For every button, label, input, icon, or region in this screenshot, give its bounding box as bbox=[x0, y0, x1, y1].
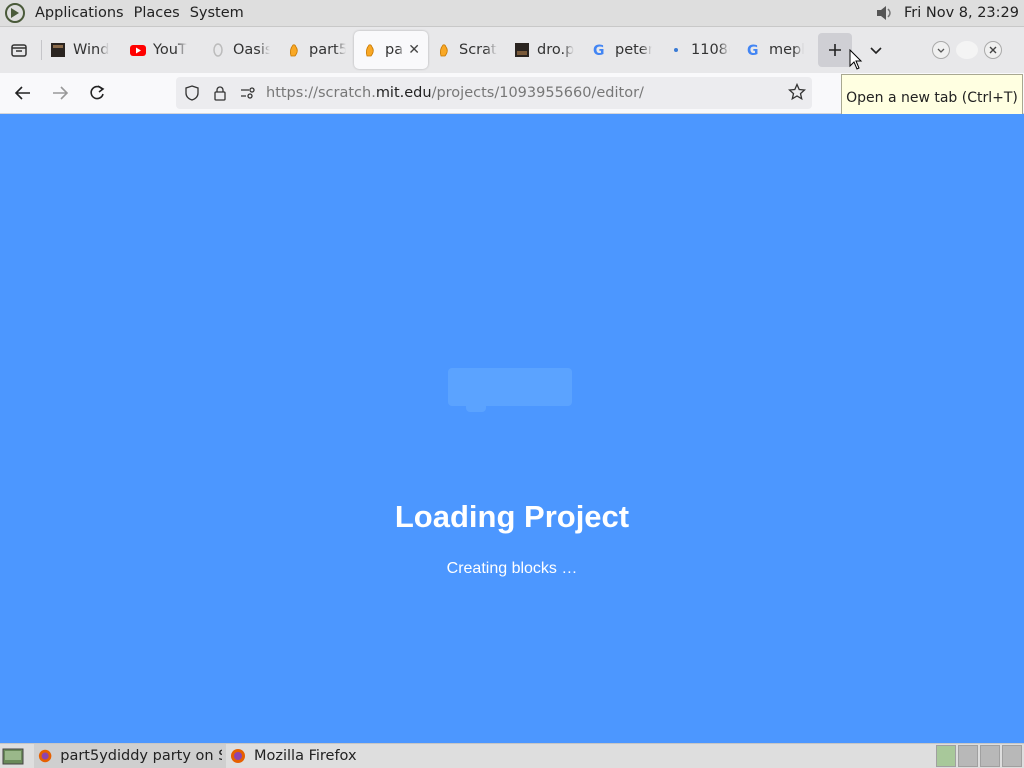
firefox-view-icon bbox=[11, 44, 27, 57]
volume-icon[interactable] bbox=[874, 3, 896, 23]
tab-label: Wind bbox=[73, 42, 110, 58]
url-prefix: https://scratch. bbox=[266, 85, 376, 101]
dot-icon bbox=[668, 42, 684, 58]
firefox-icon bbox=[38, 749, 52, 763]
scratch-cat-icon bbox=[362, 42, 378, 58]
loading-title: Loading Project bbox=[394, 499, 630, 534]
tab-label: Scrat bbox=[459, 42, 497, 58]
url-host: mit.edu bbox=[375, 85, 432, 101]
scratch-loading-screen: Loading Project Creating blocks … bbox=[0, 114, 1024, 743]
new-tab-button[interactable] bbox=[818, 33, 852, 67]
tab-meph[interactable]: G meph bbox=[738, 31, 812, 69]
firefox-view-button[interactable] bbox=[3, 34, 35, 66]
bottom-taskbar: part5ydiddy party on S… Mozilla Firefox bbox=[0, 743, 1024, 768]
task-label: part5ydiddy party on S… bbox=[60, 748, 222, 764]
arrow-right-icon bbox=[53, 86, 69, 100]
menu-system[interactable]: System bbox=[185, 0, 249, 27]
workspace-2[interactable] bbox=[958, 745, 978, 767]
svg-text:G: G bbox=[747, 43, 759, 58]
scratch-cat-icon bbox=[436, 42, 452, 58]
tab-label: 1108( bbox=[691, 42, 730, 58]
permissions-icon[interactable] bbox=[234, 79, 262, 107]
panel-menu: Applications Places System bbox=[0, 0, 249, 26]
forward-button[interactable] bbox=[43, 76, 77, 110]
tab-label: YouT bbox=[153, 42, 187, 58]
workspace-1[interactable] bbox=[936, 745, 956, 767]
plus-icon bbox=[829, 44, 841, 56]
close-window-button[interactable] bbox=[984, 41, 1002, 59]
youtube-icon bbox=[130, 42, 146, 58]
reload-button[interactable] bbox=[80, 76, 114, 110]
workspace-switcher bbox=[934, 745, 1022, 767]
url-bar[interactable]: https://scratch.mit.edu/projects/1093955… bbox=[176, 77, 812, 109]
minimize-button[interactable] bbox=[932, 41, 950, 59]
tab-label: pa bbox=[385, 42, 404, 58]
chevron-down-icon bbox=[937, 48, 945, 53]
oasis-icon bbox=[210, 42, 226, 58]
task-label: Mozilla Firefox bbox=[254, 748, 357, 764]
url-text[interactable]: https://scratch.mit.edu/projects/1093955… bbox=[266, 85, 644, 101]
black-square-favicon-icon bbox=[514, 42, 530, 58]
tab-label: dro.p bbox=[537, 42, 575, 58]
lock-icon[interactable] bbox=[206, 79, 234, 107]
close-icon bbox=[989, 46, 997, 54]
tab-label: peter bbox=[615, 42, 652, 58]
arrow-left-icon bbox=[14, 86, 30, 100]
distro-logo-icon[interactable] bbox=[4, 2, 26, 24]
loading-block-animation bbox=[448, 368, 572, 412]
firefox-icon bbox=[231, 749, 245, 763]
clock[interactable]: Fri Nov 8, 23:29 bbox=[904, 5, 1024, 21]
task-firefox-window[interactable]: Mozilla Firefox bbox=[226, 744, 361, 768]
tab-drop[interactable]: dro.p bbox=[506, 31, 584, 69]
bookmark-star-icon[interactable] bbox=[787, 82, 807, 105]
chevron-down-icon bbox=[870, 47, 882, 55]
tab-peter[interactable]: G peter bbox=[584, 31, 660, 69]
tab-1108[interactable]: 1108( bbox=[660, 31, 738, 69]
workspace-3[interactable] bbox=[980, 745, 1000, 767]
black-square-favicon-icon bbox=[50, 42, 66, 58]
tab-close-icon[interactable]: ✕ bbox=[408, 42, 420, 58]
reload-icon bbox=[90, 85, 105, 100]
svg-text:G: G bbox=[593, 43, 605, 58]
list-all-tabs-button[interactable] bbox=[860, 34, 892, 66]
back-button[interactable] bbox=[6, 76, 40, 110]
tab-active[interactable]: pa ✕ bbox=[354, 31, 428, 69]
show-desktop-icon[interactable] bbox=[2, 746, 24, 766]
top-panel: Applications Places System Fri Nov 8, 23… bbox=[0, 0, 1024, 27]
mouse-cursor-icon bbox=[849, 49, 863, 70]
tab-scratch[interactable]: Scrat bbox=[428, 31, 506, 69]
shield-icon[interactable] bbox=[178, 79, 206, 107]
tab-youtube[interactable]: YouT bbox=[122, 31, 202, 69]
tab-label: meph bbox=[769, 42, 804, 58]
tab-part5[interactable]: part5 bbox=[278, 31, 354, 69]
task-scratch-window[interactable]: part5ydiddy party on S… bbox=[34, 744, 226, 768]
google-icon: G bbox=[592, 42, 608, 58]
url-path: /projects/1093955660/editor/ bbox=[431, 85, 644, 101]
tab-label: part5 bbox=[309, 42, 346, 58]
google-icon: G bbox=[746, 42, 762, 58]
tab-bar: Wind YouT Oasis part5 pa ✕ Scrat dro.p G… bbox=[0, 27, 1024, 73]
maximize-button[interactable] bbox=[956, 41, 978, 59]
loading-status: Creating blocks … bbox=[446, 560, 578, 577]
tab-label: Oasis bbox=[233, 42, 270, 58]
tab-wind[interactable]: Wind bbox=[42, 31, 122, 69]
workspace-4[interactable] bbox=[1002, 745, 1022, 767]
scratch-cat-icon bbox=[286, 42, 302, 58]
menu-places[interactable]: Places bbox=[129, 0, 185, 27]
tab-oasis[interactable]: Oasis bbox=[202, 31, 278, 69]
menu-applications[interactable]: Applications bbox=[30, 0, 129, 27]
